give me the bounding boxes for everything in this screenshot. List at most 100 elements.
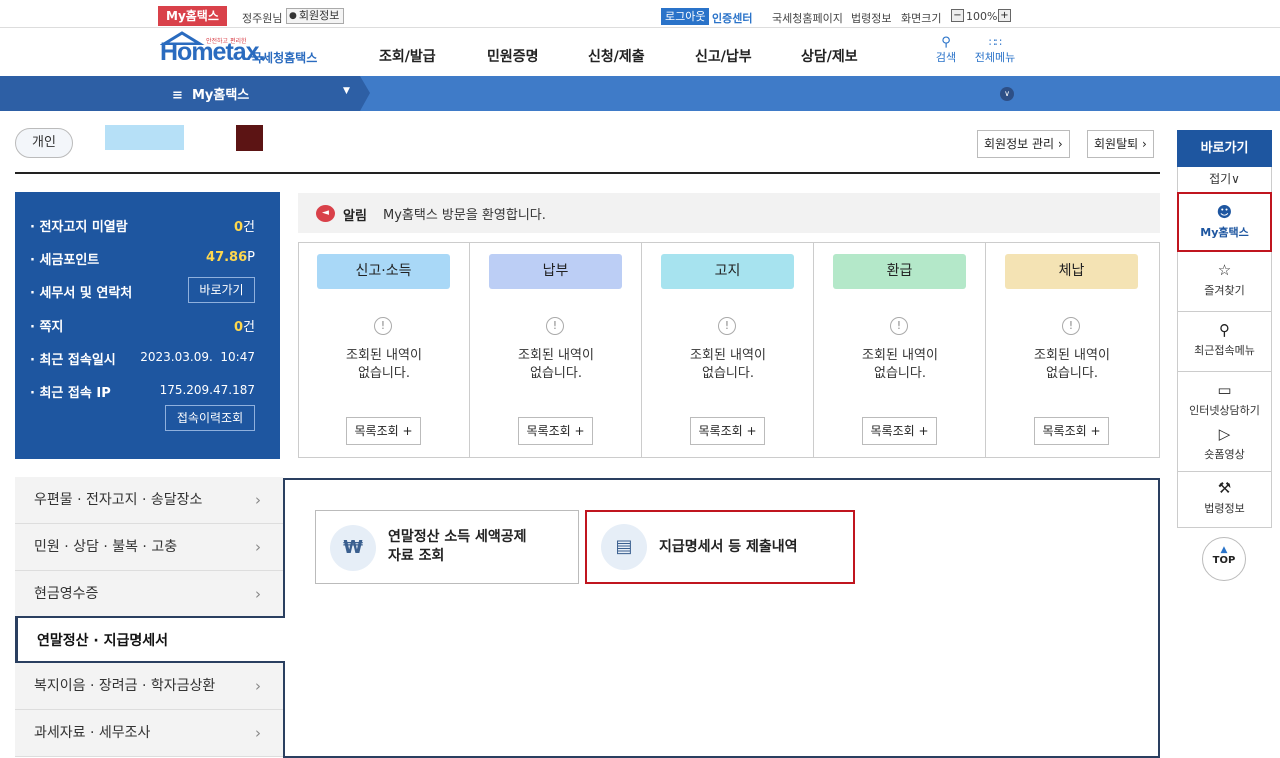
quick-fold-button[interactable]: 접기∨ <box>1177 167 1272 192</box>
card-title: 고지 <box>661 254 794 289</box>
zoom-value: 100% <box>966 10 998 23</box>
top-label: TOP <box>1212 555 1236 566</box>
payment-statement-button[interactable]: ▤ 지급명세서 등 제출내역 <box>585 510 855 584</box>
member-manage-label: 회원정보 관리 <box>984 137 1055 151</box>
quick-shorts[interactable]: ▷ 숏폼영상 <box>1177 416 1272 472</box>
info-value-message[interactable]: 0건 <box>200 316 255 335</box>
user-icon: ● <box>289 11 297 21</box>
person-icon: ☻ <box>1216 203 1233 221</box>
side-item-welfare[interactable]: 복지이음 · 장려금 · 학자금상환 › <box>15 663 283 710</box>
side-item-mail[interactable]: 우편물 · 전자고지 · 송달장소 › <box>15 477 283 524</box>
search-button[interactable]: ⚲ 검색 <box>931 36 961 65</box>
exclamation-icon: ! <box>890 317 908 335</box>
scroll-top-button[interactable]: ▲ TOP <box>1202 537 1246 581</box>
side-item-label: 민원 · 상담 · 불복 · 고충 <box>34 539 178 555</box>
info-value-last-ip: 175.209.47.187 <box>159 383 255 397</box>
payment-statement-label: 지급명세서 등 제출내역 <box>659 539 798 555</box>
hometax-logo[interactable]: Hometax. <box>160 38 266 67</box>
gnb-application[interactable]: 신청/제출 <box>588 46 645 66</box>
user-name: 정주원님 <box>242 12 283 25</box>
nts-homepage-link[interactable]: 국세청홈페이지 <box>772 10 843 26</box>
quick-law-info[interactable]: ⚒ 법령정보 <box>1177 472 1272 528</box>
notice-label: 알림 <box>343 209 367 224</box>
cert-center-link[interactable]: 인증센터 <box>712 10 752 26</box>
side-item-label: 복지이음 · 장려금 · 학자금상환 <box>34 678 216 694</box>
exclamation-icon: ! <box>718 317 736 335</box>
quick-favorites[interactable]: ☆ 즐겨찾기 <box>1177 252 1272 312</box>
side-item-label: 현금영수증 <box>34 586 99 602</box>
gnb-inquiry[interactable]: 조회/발급 <box>379 46 436 66</box>
card-notice: 고지 ! 조회된 내역이 없습니다. 목록조회 + <box>642 243 814 457</box>
list-view-button[interactable]: 목록조회 + <box>346 417 421 445</box>
logout-button[interactable]: 로그아웃 <box>661 8 710 25</box>
member-info-label: 회원정보 <box>298 9 340 22</box>
withdraw-button[interactable]: 회원탈퇴 › <box>1087 130 1154 158</box>
screen-size-label: 화면크기 <box>901 12 942 25</box>
info-label-message: · 쪽지 <box>30 320 64 335</box>
list-view-button[interactable]: 목록조회 + <box>690 417 765 445</box>
chevron-right-icon: › <box>255 677 261 695</box>
card-title: 납부 <box>489 254 622 289</box>
info-value-unread[interactable]: 0건 <box>200 216 255 235</box>
chevron-right-icon: › <box>255 491 261 509</box>
exclamation-icon: ! <box>1062 317 1080 335</box>
chat-icon: ▭ <box>1217 381 1232 399</box>
gavel-icon: ⚒ <box>1217 479 1232 497</box>
document-search-icon: ₩ <box>330 525 376 571</box>
logo-subtitle: 국세청홈택스 <box>251 51 318 65</box>
my-hometax-tag[interactable]: My홈택스 <box>158 6 227 26</box>
search-label: 검색 <box>935 51 957 64</box>
zoom-out-button[interactable]: − <box>951 9 964 22</box>
gnb-consult[interactable]: 상담/제보 <box>801 46 858 66</box>
chevron-right-icon: › <box>255 538 261 556</box>
quick-recent-menu[interactable]: ⚲ 최근접속메뉴 <box>1177 312 1272 372</box>
info-label-taxoffice: · 세무서 및 연락처 <box>30 286 133 301</box>
quick-my-hometax[interactable]: ☻ My홈택스 <box>1177 192 1272 252</box>
all-menu-label: 전체메뉴 <box>974 51 1016 64</box>
chevron-right-icon: › <box>255 724 261 742</box>
login-history-button[interactable]: 접속이력조회 <box>165 405 255 431</box>
divider <box>15 172 1160 174</box>
card-report-income: 신고·소득 ! 조회된 내역이 없습니다. 목록조회 + <box>298 243 470 457</box>
card-message: 조회된 내역이 없습니다. <box>346 348 422 381</box>
card-message: 조회된 내역이 없습니다. <box>690 348 766 381</box>
withdraw-label: 회원탈퇴 <box>1094 137 1139 151</box>
side-item-cash-receipt[interactable]: 현금영수증 › <box>15 571 283 618</box>
law-info-link[interactable]: 법령정보 <box>851 10 891 26</box>
my-hometax-menu[interactable]: ≡ My홈택스 <box>172 84 249 103</box>
chevron-right-icon: › <box>1057 137 1063 151</box>
side-item-label: 우편물 · 전자고지 · 송달장소 <box>34 492 203 508</box>
list-view-button[interactable]: 목록조회 + <box>518 417 593 445</box>
member-manage-button[interactable]: 회원정보 관리 › <box>977 130 1070 158</box>
side-item-year-end[interactable]: 연말정산 · 지급명세서 <box>15 616 285 663</box>
star-icon: ☆ <box>1217 261 1232 279</box>
quick-label: My홈택스 <box>1200 226 1249 239</box>
grid-icon: ∷∷ <box>989 36 1002 49</box>
list-view-button[interactable]: 목록조회 + <box>862 417 937 445</box>
info-label-last-ip: · 최근 접속 IP <box>30 386 111 401</box>
card-payment: 납부 ! 조회된 내역이 없습니다. 목록조회 + <box>470 243 642 457</box>
quick-menu-title: 바로가기 <box>1177 130 1272 167</box>
card-message: 조회된 내역이 없습니다. <box>862 348 938 381</box>
quick-label: 법령정보 <box>1204 502 1245 515</box>
card-message: 조회된 내역이 없습니다. <box>1034 348 1110 381</box>
notice-text: My홈택스 방문을 환영합니다. <box>383 208 546 223</box>
year-end-deduction-label: 연말정산 소득 세액공제 자료 조회 <box>388 529 527 564</box>
zoom-in-button[interactable]: + <box>998 9 1011 22</box>
all-menu-button[interactable]: ∷∷ 전체메뉴 <box>970 36 1020 65</box>
list-view-button[interactable]: 목록조회 + <box>1034 417 1109 445</box>
year-end-deduction-button[interactable]: ₩ 연말정산 소득 세액공제 자료 조회 <box>315 510 579 584</box>
info-value-last-login: 2023.03.09. 10:47 <box>140 350 255 364</box>
card-message: 조회된 내역이 없습니다. <box>518 348 594 381</box>
info-value-points[interactable]: 47.86P <box>180 250 255 265</box>
tax-office-go-button[interactable]: 바로가기 <box>188 277 255 303</box>
caret-up-icon: ▲ <box>1220 545 1228 555</box>
side-item-tax-data[interactable]: 과세자료 · 세무조사 › <box>15 710 283 757</box>
caret-down-icon[interactable]: ▼ <box>343 86 350 96</box>
gnb-report-payment[interactable]: 신고/납부 <box>695 46 752 66</box>
member-info-button[interactable]: ● 회원정보 <box>286 8 345 24</box>
gnb-certificate[interactable]: 민원증명 <box>487 46 539 66</box>
side-item-civil[interactable]: 민원 · 상담 · 불복 · 고충 › <box>15 524 283 571</box>
chevron-down-icon[interactable]: ∨ <box>1000 87 1014 101</box>
info-label-last-login: · 최근 접속일시 <box>30 353 116 368</box>
